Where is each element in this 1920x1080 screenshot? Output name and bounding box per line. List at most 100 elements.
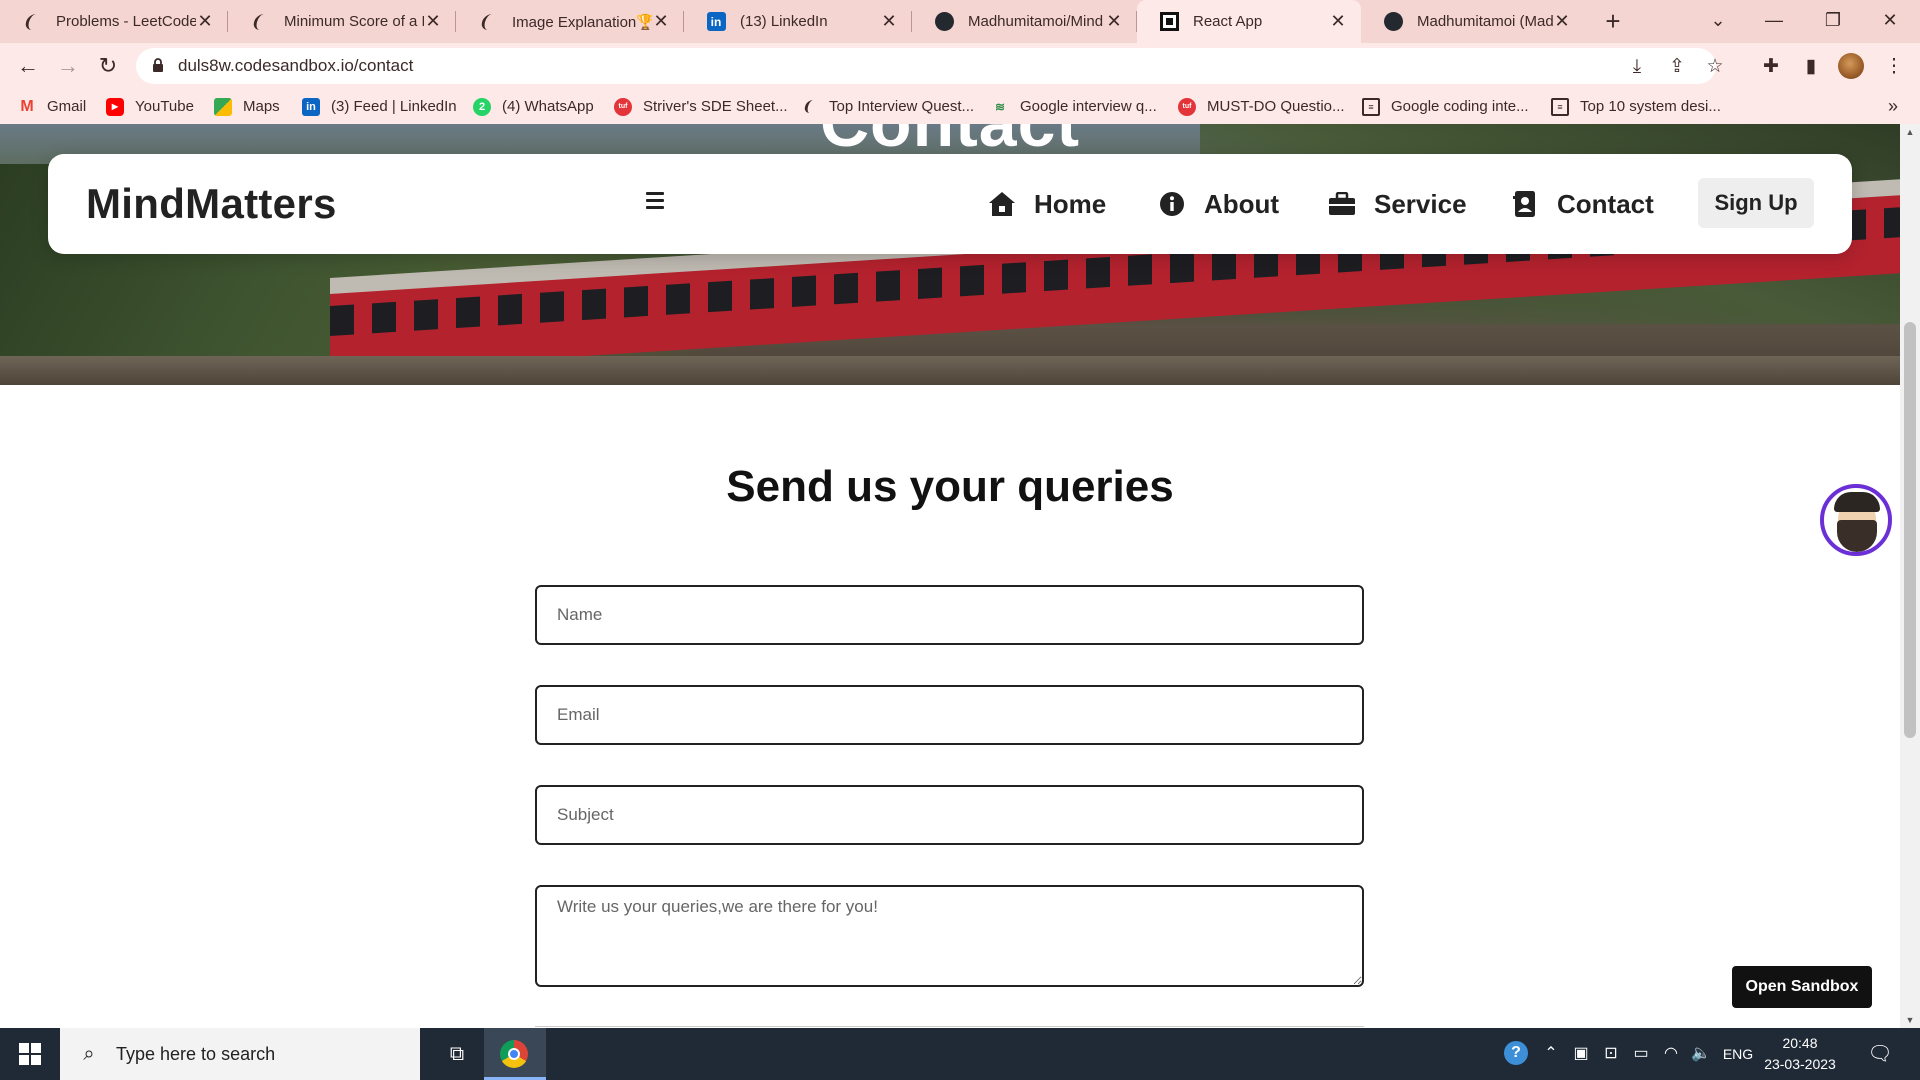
address-bar[interactable]: duls8w.codesandbox.io/contact ⤓ ⇪ ☆ [136, 48, 1724, 84]
url-text: duls8w.codesandbox.io/contact [178, 56, 414, 75]
nav-service[interactable]: Service [1328, 154, 1467, 254]
meet-now-icon[interactable]: ▣ [1568, 1028, 1594, 1080]
close-tab-icon[interactable]: ✕ [880, 11, 898, 32]
lock-icon [153, 58, 163, 72]
nav-about[interactable]: About [1158, 154, 1279, 254]
bookmark-linkedin[interactable]: in (3) Feed | LinkedIn [302, 89, 457, 124]
chatbot-avatar-button[interactable] [1820, 484, 1892, 556]
new-tab-icon[interactable]: + [1598, 6, 1628, 36]
minimize-icon[interactable]: — [1756, 4, 1792, 36]
close-tab-icon[interactable]: ✕ [1329, 11, 1347, 32]
wifi-icon[interactable]: ◠ [1658, 1028, 1684, 1080]
windows-taskbar: ⌕ Type here to search ⧉ ? ⌃ ▣ ⊡ ▭ ◠ 🔈 EN… [0, 1028, 1920, 1080]
bookmark-google-interview[interactable]: ≋ Google interview q... [991, 89, 1157, 124]
close-tab-icon[interactable]: ✕ [196, 11, 214, 32]
chrome-taskbar-icon[interactable] [484, 1028, 546, 1080]
tab-title: Madhumitamoi/Mind [968, 13, 1104, 30]
close-tab-icon[interactable]: ✕ [1105, 11, 1123, 32]
bookmark-label: Maps [243, 98, 280, 115]
bookmark-star-icon[interactable]: ☆ [1702, 54, 1728, 80]
tab-title: Problems - LeetCode [56, 13, 196, 30]
notifications-icon[interactable]: 🗨 [1862, 1028, 1898, 1080]
browser-tab[interactable]: in (13) LinkedIn ✕ [684, 0, 912, 43]
bookmark-whatsapp[interactable]: 2 (4) WhatsApp [473, 89, 594, 124]
page-scrollbar[interactable]: ▲ ▼ [1900, 124, 1920, 1028]
bookmark-youtube[interactable]: ▶ YouTube [106, 89, 194, 124]
message-textarea[interactable] [535, 885, 1364, 987]
browser-tab-active[interactable]: React App ✕ [1137, 0, 1361, 43]
tab-search-chevron-icon[interactable]: ⌄ [1700, 4, 1736, 36]
sign-up-button[interactable]: Sign Up [1698, 178, 1814, 228]
browser-tab[interactable]: Madhumitamoi/Mind ✕ [912, 0, 1137, 43]
windows-start-icon[interactable] [0, 1028, 60, 1080]
side-panel-icon[interactable]: ▮ [1797, 53, 1825, 81]
subject-input[interactable] [535, 785, 1364, 845]
leetcode-icon [478, 12, 498, 32]
contact-card-icon [1511, 190, 1539, 218]
email-input[interactable] [535, 685, 1364, 745]
nav-label: About [1204, 188, 1280, 219]
restore-window-icon[interactable]: ❐ [1815, 4, 1851, 36]
kebab-menu-icon[interactable]: ⋮ [1880, 53, 1908, 81]
nav-label: Service [1374, 188, 1467, 219]
taskbar-search-box[interactable]: ⌕ Type here to search [60, 1028, 420, 1080]
bookmark-label: Gmail [47, 98, 87, 115]
close-window-icon[interactable]: ✕ [1872, 4, 1908, 36]
browser-toolbar: ← → ↻ duls8w.codesandbox.io/contact ⤓ ⇪ … [0, 43, 1920, 89]
nav-contact[interactable]: Contact [1511, 154, 1654, 254]
battery-icon[interactable]: ▭ [1628, 1028, 1654, 1080]
display-icon[interactable]: ⊡ [1598, 1028, 1624, 1080]
tab-title: React App [1193, 13, 1263, 30]
close-tab-icon[interactable]: ✕ [1553, 11, 1571, 32]
github-icon [934, 12, 954, 32]
bookmark-gmail[interactable]: M Gmail [18, 89, 86, 124]
browser-tab[interactable]: Minimum Score of a P ✕ [228, 0, 456, 43]
scroll-up-icon[interactable]: ▲ [1900, 124, 1920, 140]
bookmark-top-interview[interactable]: Top Interview Quest... [800, 89, 974, 124]
volume-icon[interactable]: 🔈 [1688, 1028, 1714, 1080]
task-view-icon[interactable]: ⧉ [432, 1028, 482, 1080]
back-arrow-icon[interactable]: ← [13, 51, 43, 81]
house-icon [988, 190, 1016, 218]
bookmark-system-design[interactable]: ≡ Top 10 system desi... [1551, 89, 1721, 124]
open-sandbox-button[interactable]: Open Sandbox [1732, 966, 1872, 1008]
language-indicator[interactable]: ENG [1718, 1028, 1758, 1080]
gmail-icon: M [20, 97, 34, 115]
tab-title: (13) LinkedIn [740, 13, 828, 30]
browser-tab[interactable]: Madhumitamoi (Mad ✕ [1361, 0, 1585, 43]
scrollbar-thumb[interactable] [1904, 322, 1916, 738]
profile-avatar[interactable] [1838, 53, 1864, 79]
reload-icon[interactable]: ↻ [93, 51, 123, 81]
site-navbar: MindMatters Home About Service Contact S… [48, 154, 1852, 254]
bookmark-striver[interactable]: tuf Striver's SDE Sheet... [614, 89, 788, 124]
hamburger-menu-icon[interactable] [646, 192, 664, 214]
browser-tab[interactable]: Problems - LeetCode ✕ [0, 0, 228, 43]
doc-icon: ≡ [1362, 97, 1380, 116]
nav-label: Contact [1557, 188, 1654, 219]
name-input[interactable] [535, 585, 1364, 645]
extensions-puzzle-icon[interactable]: ✚ [1757, 53, 1785, 81]
close-tab-icon[interactable]: ✕ [424, 11, 442, 32]
tab-title: Image Explanation🏆 [512, 13, 652, 31]
bookmark-label: YouTube [135, 98, 194, 115]
bookmark-maps[interactable]: Maps [214, 89, 280, 124]
form-heading: Send us your queries [726, 462, 1174, 511]
install-app-icon[interactable]: ⤓ [1624, 54, 1650, 80]
scroll-down-icon[interactable]: ▼ [1900, 1012, 1920, 1028]
forward-arrow-icon[interactable]: → [53, 51, 83, 81]
bookmark-google-coding[interactable]: ≡ Google coding inte... [1362, 89, 1529, 124]
taskbar-clock[interactable]: 20:48 23-03-2023 [1758, 1033, 1842, 1075]
bookmarks-overflow-icon[interactable]: » [1888, 89, 1898, 124]
help-icon[interactable]: ? [1504, 1041, 1528, 1065]
share-icon[interactable]: ⇪ [1664, 54, 1690, 80]
close-tab-icon[interactable]: ✕ [652, 11, 670, 32]
browser-tab[interactable]: Image Explanation🏆 ✕ [456, 0, 684, 43]
brand-logo[interactable]: MindMatters [86, 154, 337, 254]
show-hidden-icons-chevron-icon[interactable]: ⌃ [1538, 1028, 1564, 1080]
bookmark-must-do[interactable]: tuf MUST-DO Questio... [1178, 89, 1345, 124]
search-icon: ⌕ [83, 1042, 95, 1065]
nav-home[interactable]: Home [988, 154, 1106, 254]
leetcode-icon [800, 98, 818, 116]
bookmark-label: Google coding inte... [1391, 98, 1529, 115]
bookmark-label: Striver's SDE Sheet... [643, 98, 788, 115]
